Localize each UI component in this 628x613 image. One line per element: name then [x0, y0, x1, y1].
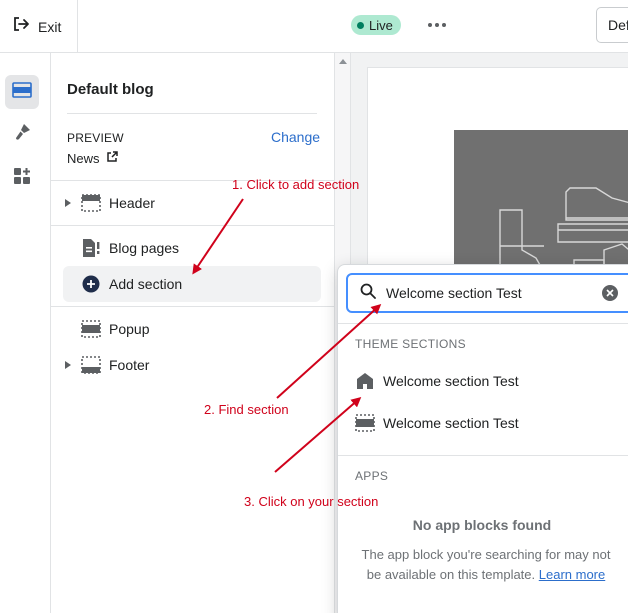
exit-label: Exit	[38, 18, 62, 35]
divider	[338, 323, 628, 324]
sections-button[interactable]	[5, 75, 39, 109]
preview-label: PREVIEW	[67, 131, 124, 145]
no-app-blocks-title: No app blocks found	[412, 517, 552, 533]
top-bar: Exit Live Default	[0, 0, 628, 53]
divider	[338, 455, 628, 456]
status-label: Live	[369, 17, 393, 33]
left-rail	[0, 53, 51, 613]
section-layout-icon	[355, 413, 375, 433]
header-section-icon	[81, 193, 101, 213]
exit-icon	[12, 15, 30, 38]
clear-search-button[interactable]	[602, 285, 618, 301]
section-item-blog-pages[interactable]: Blog pages	[63, 230, 321, 266]
blog-pages-icon	[81, 238, 101, 258]
add-section-popover: THEME SECTIONS Welcome section Test Welc…	[337, 264, 628, 613]
plus-circle-icon	[81, 274, 101, 294]
more-dot-icon	[428, 23, 432, 27]
annotation-step-1: 1. Click to add section	[232, 177, 360, 192]
chevron-right-icon[interactable]	[63, 199, 73, 207]
annotation-step-3: 3. Click on your section	[244, 494, 379, 509]
section-label: Header	[109, 195, 155, 211]
sections-icon	[12, 80, 32, 105]
theme-section-label: Welcome section Test	[383, 415, 519, 431]
app-embeds-button[interactable]	[5, 161, 39, 195]
apps-heading: APPS	[355, 469, 389, 483]
theme-settings-button[interactable]	[5, 117, 39, 151]
no-app-blocks-text: The app block you're searching for may n…	[360, 545, 612, 585]
section-item-footer[interactable]: Footer	[63, 347, 321, 383]
search-icon	[360, 283, 376, 304]
live-dot-icon	[357, 21, 364, 29]
more-dot-icon	[435, 23, 439, 27]
theme-section-result[interactable]: Welcome section Test	[346, 363, 626, 399]
home-icon	[355, 371, 375, 391]
theme-sections-heading: THEME SECTIONS	[355, 337, 466, 351]
template-selector-label: Default	[608, 17, 628, 33]
add-section-label: Add section	[109, 276, 183, 292]
annotation-step-2: 2. Find section	[204, 402, 289, 417]
sections-sidebar: Default blog PREVIEW Change News Header …	[51, 53, 335, 613]
section-item-popup[interactable]: Popup	[63, 311, 321, 347]
preview-value-label: News	[67, 151, 100, 166]
chevron-right-icon[interactable]	[63, 361, 73, 369]
divider	[51, 306, 335, 307]
section-label: Footer	[109, 357, 150, 373]
search-input[interactable]	[386, 285, 586, 301]
learn-more-link[interactable]: Learn more	[539, 567, 605, 582]
popup-section-icon	[81, 319, 101, 339]
more-dot-icon	[442, 23, 446, 27]
section-label: Blog pages	[109, 240, 180, 256]
app-embeds-icon	[12, 166, 32, 191]
theme-settings-icon	[12, 122, 32, 147]
section-search[interactable]	[346, 273, 628, 313]
divider	[67, 113, 317, 114]
theme-section-result[interactable]: Welcome section Test	[346, 405, 626, 441]
preview-value[interactable]: News	[67, 151, 118, 166]
more-actions-button[interactable]	[426, 14, 448, 36]
footer-section-icon	[81, 355, 101, 375]
add-section-button[interactable]: Add section	[63, 266, 321, 302]
external-link-icon	[106, 151, 118, 166]
template-selector-button[interactable]: Default	[596, 7, 628, 43]
preview-change-link[interactable]: Change	[271, 129, 320, 145]
page-title: Default blog	[67, 81, 154, 98]
theme-section-label: Welcome section Test	[383, 373, 519, 389]
status-badge: Live	[351, 15, 401, 35]
scroll-up-icon[interactable]	[339, 59, 347, 64]
section-label: Popup	[109, 321, 150, 337]
divider	[51, 225, 335, 226]
close-icon	[606, 289, 614, 297]
exit-button[interactable]: Exit	[0, 0, 78, 53]
